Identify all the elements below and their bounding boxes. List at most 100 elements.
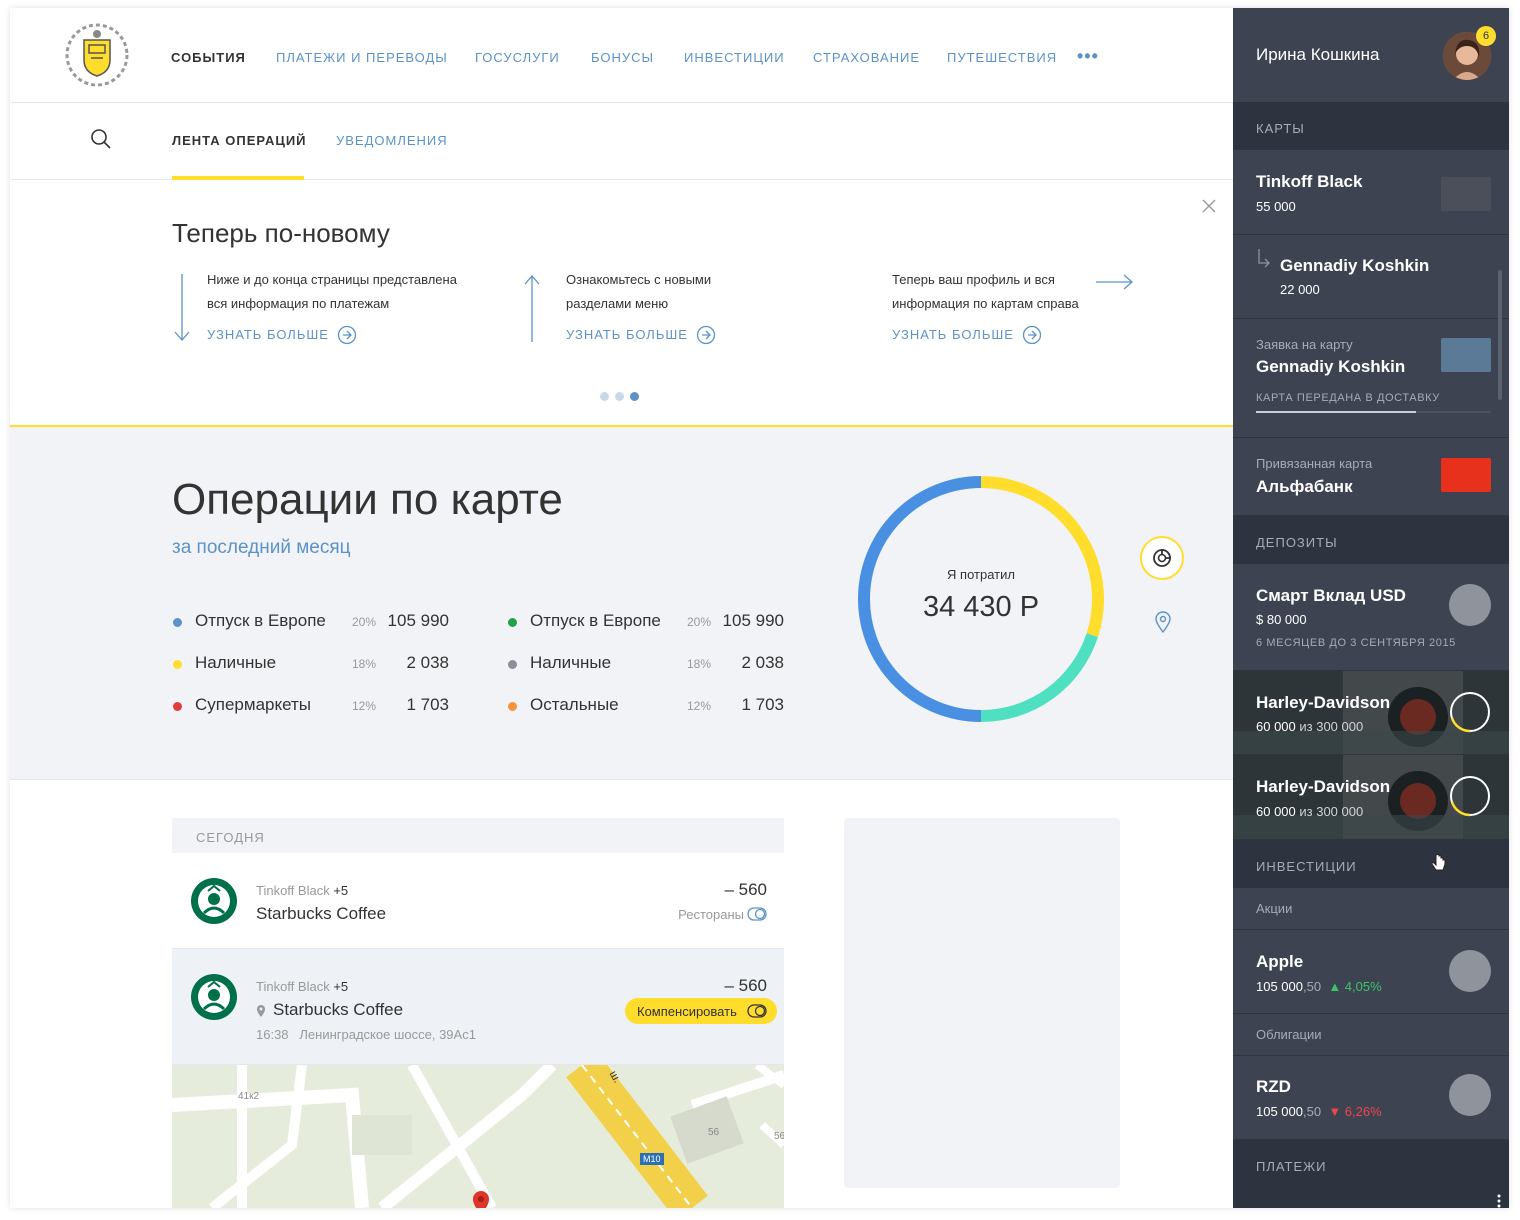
legend-bullet [508,660,517,669]
goal-progress-text: 60 000 из 300 000 [1256,804,1364,819]
side-panel-placeholder [844,818,1120,1188]
goal-item[interactable]: Harley-Davidson 60 000 из 300 000 [1233,755,1509,839]
card-item-secondary[interactable]: Gennadiy Koshkin 22 000 [1233,235,1509,319]
promo-tip-3-line2: информация по картам справа [892,296,1079,311]
legend-item[interactable]: Отпуск в Европе 20% 105 990 [508,611,788,635]
card-item[interactable]: Tinkoff Black 55 000 [1233,150,1509,235]
location-map[interactable]: 41к2 56 56 ш. М10 [172,1065,784,1208]
learn-more-link-2[interactable]: Узнать больше [566,327,688,342]
slide-dot-2[interactable] [615,392,624,401]
bond-item[interactable]: RZD 105 000,50 ▼ 6,26% [1233,1056,1509,1140]
stock-value: 105 000,50 ▲ 4,05% [1256,979,1382,994]
starbucks-logo-icon [191,974,237,1020]
goal-item[interactable]: Harley-Davidson 60 000 из 300 000 [1233,671,1509,755]
arrow-circle-right-icon[interactable] [337,325,357,345]
user-header[interactable]: Ирина Кошкина 6 [1233,8,1509,102]
more-vertical-icon[interactable] [1496,1194,1502,1208]
promo-panel: Теперь по-новому Ниже и до конца страниц… [10,180,1233,427]
nav-travel[interactable]: Путешествия [947,50,1057,65]
goal-ring-progress [1450,717,1471,733]
linked-card-item[interactable]: Привязанная карта Альфабанк [1233,438,1509,516]
sub-card-arrow-icon [1258,249,1270,268]
slide-dot-1[interactable] [600,392,609,401]
promo-title: Теперь по-новому [172,218,390,248]
transaction-meta: 16:38 Ленинградское шоссе, 39Ас1 [256,1027,476,1042]
legend-item[interactable]: Супермаркеты 12% 1 703 [173,695,453,719]
stock-title: Apple [1256,952,1304,971]
sidebar-scrollbar[interactable] [1498,270,1502,400]
map-pin-icon[interactable] [1153,610,1173,634]
merchant-name: Starbucks Coffee [256,904,387,923]
close-icon[interactable] [1200,197,1218,215]
legend-item[interactable]: Наличные 18% 2 038 [173,653,453,677]
slide-dot-3[interactable] [630,392,639,401]
bank-logo-icon[interactable] [62,20,132,90]
card-application-item[interactable]: Заявка на карту Gennadiy Koshkin Карта п… [1233,319,1509,438]
search-icon[interactable] [89,127,113,151]
legend-percent: 18% [687,657,712,671]
deposit-progress-circle [1449,584,1491,626]
legend-name: Наличные [195,653,277,672]
section-cards: Карты [1233,102,1509,150]
tab-notifications[interactable]: Уведомления [336,133,448,148]
bonds-label: Облигации [1256,1027,1322,1042]
stock-item[interactable]: Apple 105 000,50 ▲ 4,05% [1233,930,1509,1014]
card-title: Tinkoff Black [1256,172,1363,191]
stocks-header: Акции [1233,888,1509,930]
goal-progress-ring [1450,692,1490,733]
promo-tip-3-line1: Теперь ваш профиль и вся [892,272,1055,287]
compensate-button[interactable]: Компенсировать [625,998,777,1024]
legend-item[interactable]: Наличные 18% 2 038 [508,653,788,677]
transaction-row-expanded[interactable]: Tinkoff Black +5 Starbucks Coffee 16:38 … [172,949,784,1065]
card-title: Gennadiy Koshkin [1256,357,1406,376]
notification-badge: 6 [1476,26,1496,46]
nav-bonuses[interactable]: Бонусы [591,50,654,65]
learn-more-link-1[interactable]: Узнать больше [207,327,329,342]
bond-title: RZD [1256,1077,1291,1096]
section-investments: Инвестиции [1233,839,1509,888]
delivery-progress-fill [1256,411,1416,413]
profile-sidebar: Ирина Кошкина 6 Карты Tinkoff Black 55 0… [1233,8,1509,1208]
transaction-row[interactable]: Tinkoff Black +5 Starbucks Coffee – 560 … [172,853,784,949]
legend-item[interactable]: Отпуск в Европе 20% 105 990 [173,611,453,635]
more-menu-icon[interactable]: ••• [1077,46,1099,67]
card-title: Gennadiy Koshkin [1280,256,1430,275]
chart-view-button[interactable] [1140,536,1184,580]
legend-item[interactable]: Остальные 12% 1 703 [508,695,788,719]
top-navigation: События Платежи и переводы Госуслуги Бон… [10,8,1233,103]
deposit-item[interactable]: Смарт Вклад USD $ 80 000 6 месяцев до 3 … [1233,564,1509,671]
promo-tip-2-line1: Ознакомьтесь с новыми [566,272,712,287]
nav-events[interactable]: События [171,50,246,65]
learn-more-link-3[interactable]: Узнать больше [892,327,1014,342]
period-selector[interactable]: за последний месяц [172,537,351,559]
section-payments: Платежи [1233,1140,1509,1208]
tab-feed[interactable]: Лента операций [172,133,307,148]
legend-value: 105 990 [722,611,784,630]
arrow-up-icon [524,275,540,342]
goal-progress-text: 60 000 из 300 000 [1256,719,1364,734]
legend-bullet [173,660,182,669]
legend-bullet [173,702,182,711]
legend-value: 1 703 [406,695,449,714]
nav-payments[interactable]: Платежи и переводы [276,50,448,65]
card-name: Tinkoff Black +5 [256,883,349,898]
nav-investments[interactable]: Инвестиции [684,50,785,65]
card-name: Tinkoff Black +5 [256,979,349,994]
card-balance: 22 000 [1280,282,1320,297]
promo-tip-1: Ниже и до конца страницы представлена вс… [207,268,457,316]
promo-tip-2: Ознакомьтесь с новыми разделами меню [566,268,711,316]
toggle-icon [747,1004,767,1018]
legend-value: 105 990 [387,611,449,630]
merchant-name: Starbucks Coffee [273,1000,404,1019]
toggle-icon[interactable] [747,907,767,921]
arrow-circle-right-icon[interactable] [1022,325,1042,345]
stock-icon [1449,950,1491,992]
goal-progress-ring [1450,776,1490,817]
slider-pagination [600,388,645,406]
nav-insurance[interactable]: Страхование [813,50,920,65]
nav-gosuslugi[interactable]: Госуслуги [475,50,560,65]
arrow-circle-right-icon[interactable] [696,325,716,345]
category-label: Рестораны [678,907,744,922]
legend-percent: 20% [352,615,377,629]
delivery-progress-track [1256,411,1491,413]
